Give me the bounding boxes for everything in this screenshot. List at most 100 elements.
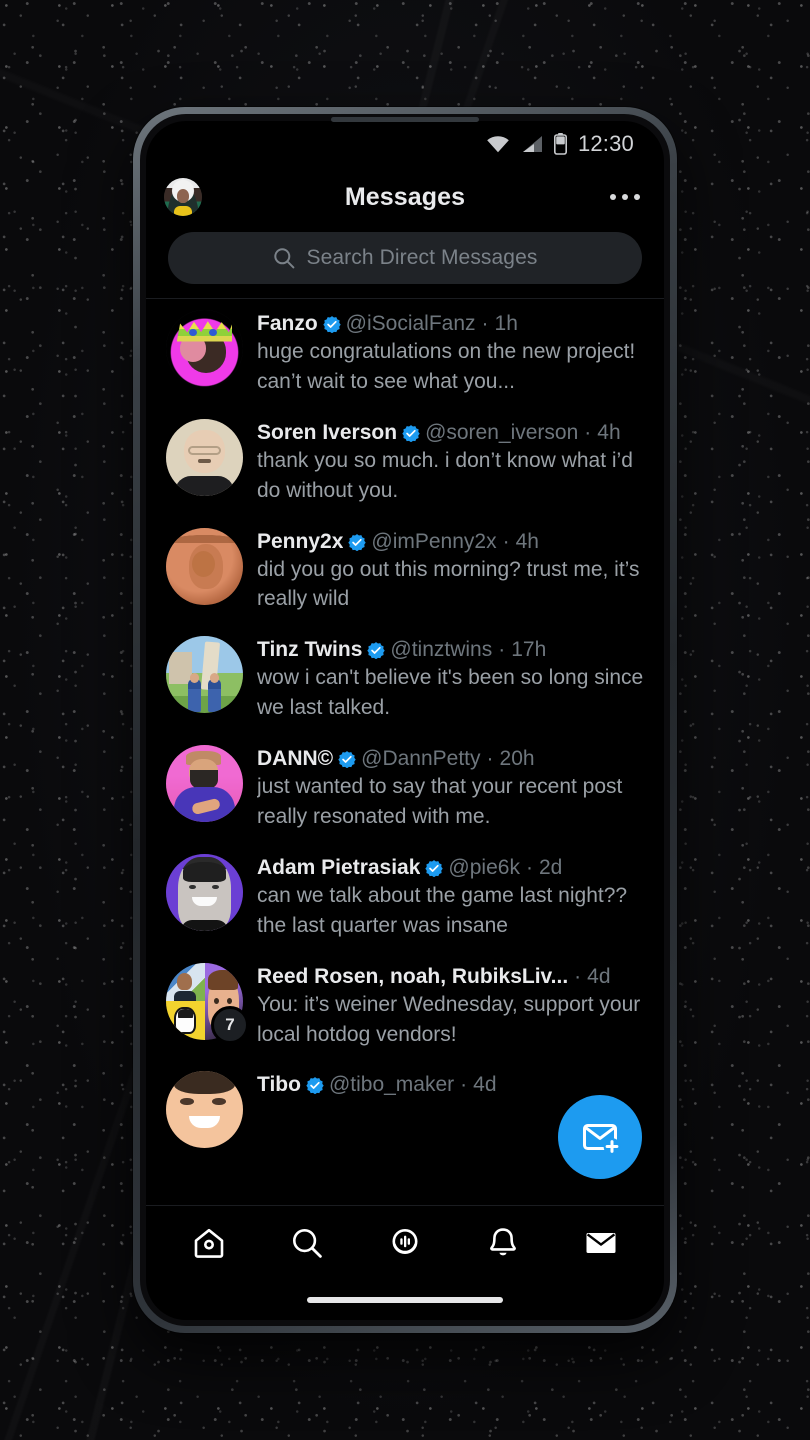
page-title: Messages — [344, 182, 466, 211]
list-item[interactable]: 7 Reed Rosen, noah, RubiksLiv... · 4d Yo… — [146, 952, 664, 1061]
conversation-header: Fanzo @iSocialFanz · 1h — [257, 312, 644, 336]
message-preview: just wanted to say that your recent post… — [257, 775, 623, 829]
timestamp: 4d — [473, 1073, 497, 1097]
battery-icon — [553, 133, 567, 155]
envelope-icon — [586, 1233, 616, 1253]
dann-avatar[interactable] — [166, 745, 243, 823]
separator-dot: · — [498, 638, 506, 662]
conversation-header: Tinz Twins @tinztwins · 17h — [257, 638, 644, 662]
home-indicator[interactable] — [307, 1297, 503, 1303]
contact-name: Soren Iverson — [257, 420, 398, 444]
list-item[interactable]: DANN© @DannPetty · 20h just wanted to sa… — [146, 734, 664, 843]
profile-avatar[interactable] — [164, 178, 202, 216]
timestamp: 4d — [587, 964, 611, 988]
app-header: Messages — [146, 167, 664, 227]
separator-dot: · — [486, 747, 494, 771]
conversation-content: DANN© @DannPetty · 20h just wanted to sa… — [257, 745, 644, 832]
timestamp: 20h — [499, 747, 535, 771]
search-placeholder-text: Search Direct Messages — [306, 246, 538, 269]
timestamp: 2d — [538, 855, 563, 879]
search-input[interactable]: Search Direct Messages — [168, 232, 642, 284]
contact-name: Penny2x — [257, 529, 344, 553]
conversation-content: Penny2x @imPenny2x · 4h did you go out t… — [257, 528, 644, 615]
tinz-twins-avatar[interactable] — [166, 636, 243, 714]
separator-dot: · — [481, 312, 489, 335]
conversation-header: Soren Iverson @soren_iverson · 4h — [257, 421, 644, 445]
group-avatar[interactable]: 7 — [166, 962, 249, 1044]
new-message-button[interactable] — [558, 1095, 642, 1179]
message-preview: huge congratulations on the new project!… — [257, 340, 636, 393]
soren-iverson-avatar[interactable] — [166, 418, 243, 496]
message-preview: wow i can't believe it's been so long si… — [257, 666, 644, 720]
message-preview: You: it’s weiner Wednesday, support your… — [257, 992, 641, 1046]
verified-badge-icon — [338, 751, 356, 769]
nav-messages[interactable] — [569, 1213, 633, 1273]
conversation-header: Adam Pietrasiak @pie6k · 2d — [257, 856, 644, 880]
search-section: Search Direct Messages — [146, 227, 664, 298]
contact-name: Tinz Twins — [257, 638, 363, 662]
conversation-header: Reed Rosen, noah, RubiksLiv... · 4d — [257, 965, 644, 989]
timestamp: 1h — [494, 312, 518, 335]
separator-dot: · — [460, 1073, 468, 1097]
conversation-header: Tibo @tibo_maker · 4d — [257, 1073, 644, 1097]
list-item[interactable]: Penny2x @imPenny2x · 4h did you go out t… — [146, 517, 664, 626]
verified-badge-icon — [367, 642, 386, 660]
list-item[interactable]: Tinz Twins @tinztwins · 17h wow i can't … — [146, 625, 664, 734]
conversation-list[interactable]: Fanzo @iSocialFanz · 1h huge congratulat… — [146, 299, 664, 1205]
home-icon — [194, 1228, 224, 1258]
message-preview: did you go out this morning? trust me, i… — [257, 557, 640, 611]
separator-dot: · — [502, 529, 510, 553]
status-clock: 12:30 — [577, 131, 634, 156]
avatar-shirt — [173, 206, 193, 216]
phone-screen: 12:30 Messages Search Direct Messages Fa… — [146, 121, 664, 1320]
verified-badge-icon — [322, 316, 341, 334]
wifi-icon — [487, 136, 509, 153]
list-item[interactable]: Fanzo @iSocialFanz · 1h huge congratulat… — [146, 299, 664, 408]
phone-bezel: 12:30 Messages Search Direct Messages Fa… — [140, 114, 670, 1326]
status-bar: 12:30 — [146, 121, 664, 167]
separator-dot: · — [574, 964, 582, 988]
avatar-face — [176, 188, 190, 204]
contact-handle: @iSocialFanz — [345, 312, 476, 335]
new-message-envelope-icon — [583, 1124, 621, 1155]
earpiece-speaker — [331, 117, 479, 122]
group-count-badge: 7 — [211, 1005, 249, 1044]
nav-home[interactable] — [177, 1213, 241, 1273]
conversation-header: Penny2x @imPenny2x · 4h — [257, 530, 644, 554]
verified-badge-icon — [425, 859, 444, 877]
penny2x-avatar[interactable] — [166, 527, 243, 605]
conversation-content: Reed Rosen, noah, RubiksLiv... · 4d You:… — [257, 963, 644, 1050]
contact-name: Adam Pietrasiak — [257, 855, 421, 879]
cellular-signal-icon — [522, 136, 542, 152]
conversation-content: Adam Pietrasiak @pie6k · 2d can we talk … — [257, 854, 644, 941]
conversation-content: Fanzo @iSocialFanz · 1h huge congratulat… — [257, 310, 644, 397]
contact-handle: @DannPetty — [361, 747, 481, 771]
nav-spaces[interactable] — [373, 1213, 437, 1273]
more-options-button[interactable] — [608, 186, 642, 208]
nav-explore[interactable] — [275, 1213, 339, 1273]
timestamp: 4h — [515, 529, 539, 553]
contact-name: DANN© — [257, 747, 334, 771]
contact-handle: @tibo_maker — [328, 1073, 455, 1097]
adam-pietrasiak-avatar[interactable] — [166, 853, 243, 931]
fanzo-avatar[interactable] — [166, 310, 243, 387]
message-preview: thank you so much. i don’t know what i’d… — [257, 448, 633, 502]
contact-handle: @imPenny2x — [371, 529, 497, 553]
contact-name: Tibo — [257, 1073, 301, 1097]
dot-icon — [622, 194, 628, 200]
conversation-content: Soren Iverson @soren_iverson · 4h thank … — [257, 419, 644, 506]
verified-badge-icon — [306, 1077, 324, 1095]
spaces-microphone-icon — [392, 1229, 418, 1254]
contact-handle: @soren_iverson — [425, 420, 579, 444]
search-icon — [273, 248, 294, 269]
tibo-avatar[interactable] — [166, 1071, 243, 1149]
home-indicator-area — [146, 1280, 664, 1320]
contact-handle: @tinztwins — [390, 638, 493, 662]
nav-notifications[interactable] — [471, 1213, 535, 1273]
list-item[interactable]: Adam Pietrasiak @pie6k · 2d can we talk … — [146, 843, 664, 952]
list-item[interactable]: Soren Iverson @soren_iverson · 4h thank … — [146, 408, 664, 517]
conversation-content: Tibo @tibo_maker · 4d — [257, 1071, 644, 1097]
contact-name: Fanzo — [257, 312, 318, 335]
contact-name: Reed Rosen, noah, RubiksLiv... — [257, 964, 569, 988]
conversation-header: DANN© @DannPetty · 20h — [257, 747, 644, 771]
